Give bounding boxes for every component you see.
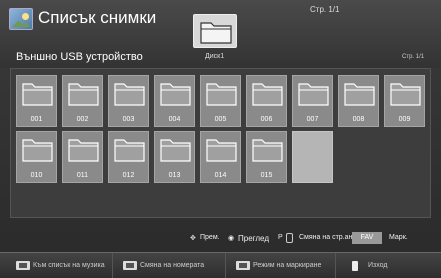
- folder-tile[interactable]: 014: [200, 131, 241, 183]
- folder-label: 008: [352, 116, 365, 123]
- folder-label: 007: [306, 116, 319, 123]
- folder-tile[interactable]: 007: [292, 75, 333, 127]
- mark-mode-button[interactable]: Режим на маркиране: [226, 253, 336, 278]
- folder-tile[interactable]: 001: [16, 75, 57, 127]
- device-title: Външно USB устройство: [16, 51, 143, 63]
- folder-grid: 001 002 003 004 005 006 007 008 009 010 …: [10, 68, 431, 218]
- folder-label: 005: [214, 116, 227, 123]
- mark-mode-label: Режим на маркиране: [253, 262, 322, 269]
- folder-tile[interactable]: 010: [16, 131, 57, 183]
- folder-label: 011: [76, 172, 89, 179]
- change-numbers-label: Смяна на номерата: [140, 262, 205, 269]
- folder-label: 013: [168, 172, 181, 179]
- empty-tile: [292, 131, 333, 183]
- folder-label: 010: [30, 172, 43, 179]
- header: Списък снимки Стр. 1/1 Диск1 Външно USB …: [0, 0, 441, 68]
- move-icon: ✥: [190, 235, 196, 242]
- folder-label: 012: [122, 172, 135, 179]
- folder-label: 004: [168, 116, 181, 123]
- device-name: Диск1: [205, 53, 225, 60]
- folder-tile[interactable]: 011: [62, 131, 103, 183]
- fav-key-badge: FAV: [352, 232, 382, 244]
- ok-icon: ◉: [228, 235, 235, 242]
- folder-tile[interactable]: 003: [108, 75, 149, 127]
- green-key-icon: [123, 261, 137, 270]
- folder-label: 001: [30, 116, 43, 123]
- hint-move: Прем.: [200, 234, 220, 241]
- hint-mark: Марк.: [389, 234, 408, 241]
- folder-label: 002: [76, 116, 89, 123]
- folder-tile[interactable]: 004: [154, 75, 195, 127]
- folder-label: 009: [398, 116, 411, 123]
- folder-label: 015: [260, 172, 273, 179]
- footer-bar: Към списък на музика Смяна на номерата Р…: [0, 252, 441, 278]
- change-numbers-button[interactable]: Смяна на номерата: [113, 253, 226, 278]
- folder-tile[interactable]: 013: [154, 131, 195, 183]
- folder-label: 006: [260, 116, 273, 123]
- folder-tile[interactable]: 006: [246, 75, 287, 127]
- device-folder-icon[interactable]: [193, 14, 237, 48]
- to-music-label: Към списък на музика: [33, 262, 105, 269]
- folder-tile[interactable]: 012: [108, 131, 149, 183]
- to-music-button[interactable]: Към списък на музика: [0, 253, 113, 278]
- photo-list-screen: Списък снимки Стр. 1/1 Диск1 Външно USB …: [0, 0, 441, 278]
- folder-tile[interactable]: 005: [200, 75, 241, 127]
- page-indicator: Стр. 1/1: [310, 5, 340, 14]
- page-indicator-small: Стр. 1/1: [402, 54, 425, 60]
- folder-tile[interactable]: 009: [384, 75, 425, 127]
- yellow-key-icon: [236, 261, 250, 270]
- exit-icon: [352, 261, 358, 271]
- hint-view: Преглед: [238, 234, 269, 243]
- folder-tile[interactable]: 008: [338, 75, 379, 127]
- red-key-icon: [16, 261, 30, 270]
- folder-tile[interactable]: 015: [246, 131, 287, 183]
- exit-button[interactable]: Изход: [336, 253, 441, 278]
- photo-list-icon: [9, 8, 33, 30]
- page-title: Списък снимки: [38, 8, 157, 27]
- folder-label: 003: [122, 116, 135, 123]
- folder-label: 014: [214, 172, 227, 179]
- page-up-down-icon: [286, 233, 293, 243]
- exit-label: Изход: [368, 262, 388, 269]
- hint-p: P: [278, 234, 283, 241]
- folder-tile[interactable]: 002: [62, 75, 103, 127]
